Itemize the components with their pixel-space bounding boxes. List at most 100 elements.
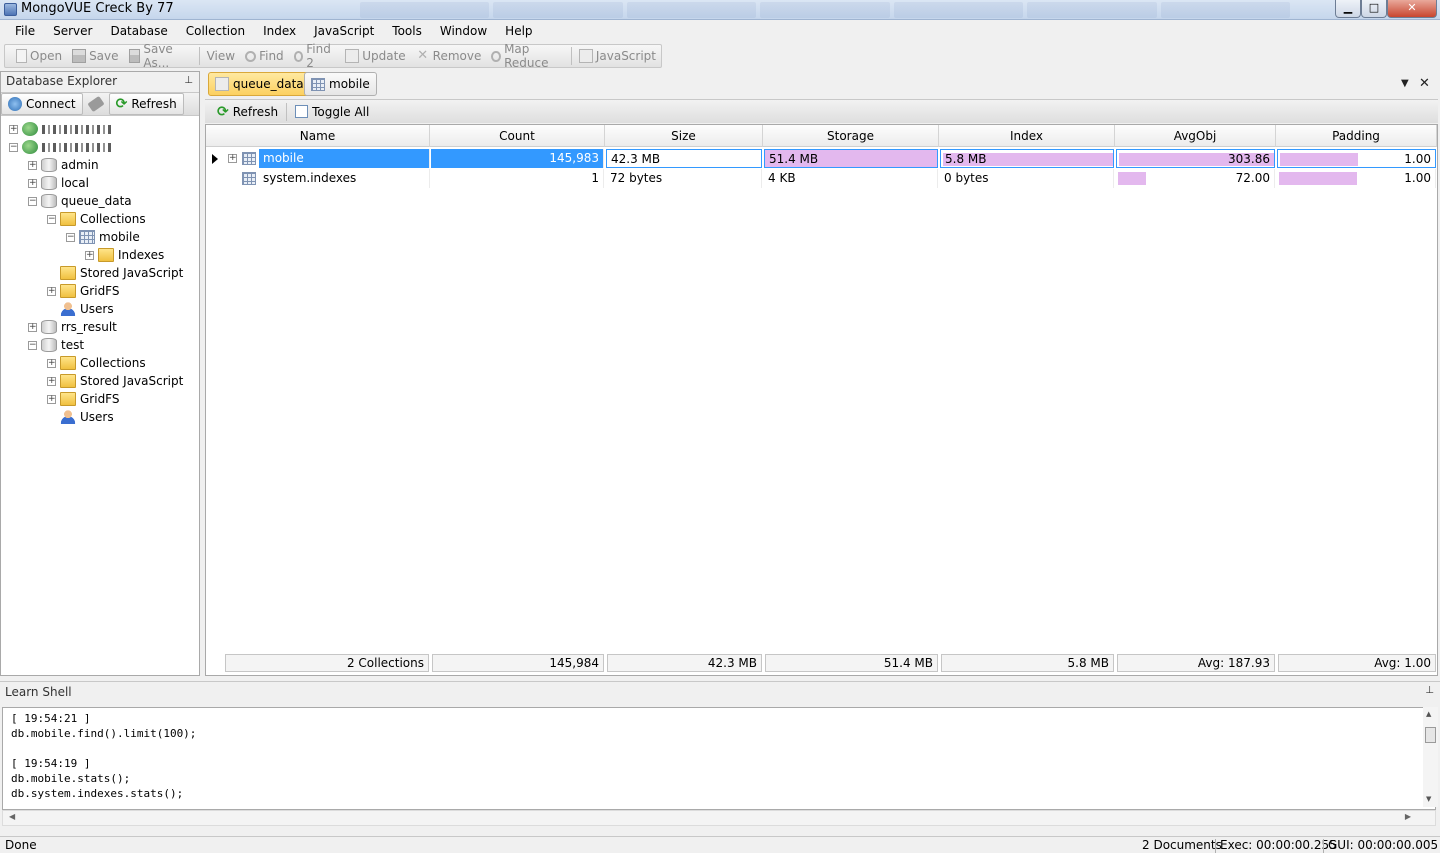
remove-button[interactable]: ✕ Remove [411, 49, 487, 64]
javascript-button[interactable]: JavaScript [574, 49, 661, 63]
menu-javascript[interactable]: JavaScript [305, 21, 383, 43]
tab-queue-data[interactable]: queue_data [208, 72, 311, 96]
collapse-icon[interactable]: − [28, 340, 37, 350]
tree-collections[interactable]: − Collections [1, 210, 199, 228]
minimize-button[interactable]: ▁ [1335, 0, 1361, 18]
tree-indexes[interactable]: + Indexes [1, 246, 199, 264]
cell-padding[interactable]: 1.00 [1277, 149, 1436, 168]
connect-button[interactable]: Connect [1, 93, 83, 115]
table-row[interactable]: system.indexes 1 72 bytes 4 KB 0 bytes 7… [206, 169, 1437, 188]
collapse-icon[interactable]: − [9, 142, 18, 152]
shell-horizontal-scrollbar[interactable]: ◀ ▶ [2, 810, 1436, 826]
tree-db-rrs-result[interactable]: + rrs_result [1, 318, 199, 336]
collapse-icon[interactable]: − [66, 232, 75, 242]
collection-icon [242, 152, 256, 165]
tab-list-dropdown[interactable]: ▼ [1401, 78, 1409, 89]
column-header-size[interactable]: Size [605, 125, 763, 147]
close-tab-icon[interactable]: ✕ [1419, 76, 1430, 91]
tree-db-queue-data[interactable]: − queue_data [1, 192, 199, 210]
expand-icon[interactable]: + [28, 322, 37, 332]
expand-icon[interactable]: + [28, 160, 37, 170]
expand-icon[interactable]: + [47, 376, 56, 386]
tree-db-admin[interactable]: + admin [1, 156, 199, 174]
toggle-all-button[interactable]: Toggle All [289, 105, 375, 119]
cell-count[interactable]: 1 [431, 169, 604, 188]
cell-name[interactable]: mobile [259, 149, 430, 168]
tree-db-test[interactable]: − test [1, 336, 199, 354]
tree-server-1[interactable]: + [1, 120, 199, 138]
find2-button[interactable]: Find 2 [289, 42, 341, 70]
maximize-button[interactable]: □ [1361, 0, 1387, 18]
menu-collection[interactable]: Collection [177, 21, 254, 43]
tree-test-gridfs[interactable]: + GridFS [1, 390, 199, 408]
cell-storage[interactable]: 51.4 MB [764, 149, 938, 168]
cell-name[interactable]: system.indexes [259, 169, 430, 188]
column-header-count[interactable]: Count [430, 125, 605, 147]
menu-window[interactable]: Window [431, 21, 496, 43]
menu-help[interactable]: Help [496, 21, 541, 43]
scroll-left-icon[interactable]: ◀ [9, 812, 15, 821]
cell-padding[interactable]: 1.00 [1277, 169, 1436, 188]
pin-icon[interactable]: ⊥ [184, 75, 193, 86]
explorer-refresh-button[interactable]: ⟳ Refresh [108, 93, 184, 115]
tree-server-2[interactable]: − [1, 138, 199, 156]
save-as-button[interactable]: Save As... [124, 42, 197, 70]
find-button[interactable]: Find [240, 49, 289, 63]
shell-vertical-scrollbar[interactable]: ▲ ▼ [1423, 707, 1438, 807]
collapse-icon[interactable]: − [28, 196, 37, 206]
shell-output[interactable]: [ 19:54:21 ] db.mobile.find().limit(100)… [2, 707, 1436, 810]
tree-stored-javascript[interactable]: Stored JavaScript [1, 264, 199, 282]
tree-db-local[interactable]: + local [1, 174, 199, 192]
tree-collection-mobile[interactable]: − mobile [1, 228, 199, 246]
expand-icon[interactable]: + [228, 154, 237, 163]
column-header-name[interactable]: Name [206, 125, 430, 147]
update-button[interactable]: Update [340, 49, 410, 63]
column-header-storage[interactable]: Storage [763, 125, 939, 147]
tree-users[interactable]: Users [1, 300, 199, 318]
menu-file[interactable]: File [6, 21, 44, 43]
expand-icon[interactable]: + [9, 124, 18, 134]
collapse-icon[interactable]: − [47, 214, 56, 224]
tab-mobile[interactable]: mobile [304, 72, 377, 96]
table-row[interactable]: + mobile 145,983 42.3 MB 51.4 MB 5.8 MB … [206, 149, 1437, 168]
pin-icon[interactable]: ⊥ [1425, 685, 1434, 696]
cell-index[interactable]: 5.8 MB [940, 149, 1114, 168]
shell-header: Learn Shell ⊥ [0, 681, 1440, 701]
tree-gridfs[interactable]: + GridFS [1, 282, 199, 300]
menu-server[interactable]: Server [44, 21, 101, 43]
view-button[interactable]: View [202, 49, 240, 63]
disconnect-button[interactable] [83, 93, 109, 115]
refresh-icon: ⟳ [217, 103, 229, 120]
scroll-right-icon[interactable]: ▶ [1405, 812, 1411, 821]
column-header-avgobj[interactable]: AvgObj [1115, 125, 1276, 147]
scroll-thumb[interactable] [1425, 727, 1436, 743]
tree-test-collections[interactable]: + Collections [1, 354, 199, 372]
map-reduce-button[interactable]: Map Reduce [486, 42, 569, 70]
cell-size[interactable]: 42.3 MB [606, 149, 762, 168]
tree-test-stored-javascript[interactable]: + Stored JavaScript [1, 372, 199, 390]
expand-icon[interactable]: + [28, 178, 37, 188]
cell-count[interactable]: 145,983 [431, 149, 604, 168]
expand-icon[interactable]: + [85, 250, 94, 260]
cell-storage[interactable]: 4 KB [764, 169, 938, 188]
cell-index[interactable]: 0 bytes [940, 169, 1114, 188]
expand-icon[interactable]: + [47, 394, 56, 404]
column-header-index[interactable]: Index [939, 125, 1115, 147]
menu-index[interactable]: Index [254, 21, 305, 43]
tree-test-users[interactable]: Users [1, 408, 199, 426]
open-button[interactable]: Open [11, 49, 67, 63]
column-header-padding[interactable]: Padding [1276, 125, 1437, 147]
scroll-up-icon[interactable]: ▲ [1426, 710, 1431, 718]
menu-database[interactable]: Database [101, 21, 176, 43]
expand-icon[interactable]: + [47, 286, 56, 296]
cell-avgobj[interactable]: 72.00 [1116, 169, 1275, 188]
view-label: View [206, 49, 236, 63]
grid-refresh-button[interactable]: ⟳ Refresh [211, 104, 284, 120]
save-button[interactable]: Save [67, 49, 123, 63]
cell-avgobj[interactable]: 303.86 [1116, 149, 1275, 168]
scroll-down-icon[interactable]: ▼ [1426, 795, 1431, 803]
expand-icon[interactable]: + [47, 358, 56, 368]
cell-size[interactable]: 72 bytes [606, 169, 762, 188]
menu-tools[interactable]: Tools [383, 21, 431, 43]
close-window-button[interactable]: ✕ [1387, 0, 1437, 18]
